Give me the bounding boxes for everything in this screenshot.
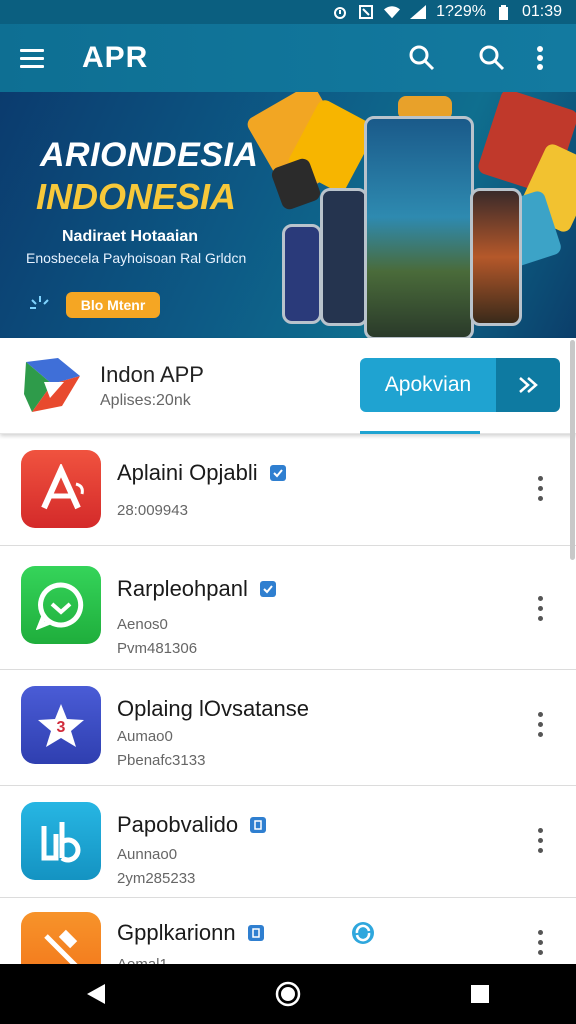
featured-app-subtitle: Aplises:20nk xyxy=(100,392,191,409)
verified-icon xyxy=(247,925,264,941)
more-vert-icon[interactable] xyxy=(524,34,556,82)
list-item[interactable]: Papobvalido Aunnao0 2ym285233 xyxy=(0,786,576,898)
app-name: Oplaing lOvsatanse xyxy=(117,696,309,721)
app-meta: 2ym285233 xyxy=(117,870,196,887)
featured-install-button[interactable]: Apokvian xyxy=(360,358,560,412)
app-logo: APR xyxy=(82,41,149,74)
app-list: Aplaini Opjabli 28:009943 Rarpleohpanl A… xyxy=(0,434,576,978)
banner-phone xyxy=(320,188,368,326)
more-vert-icon[interactable] xyxy=(526,702,554,746)
more-vert-icon[interactable] xyxy=(526,818,554,862)
home-icon[interactable] xyxy=(264,970,312,1018)
featured-app[interactable]: Indon APP Aplises:20nk Apokvian xyxy=(0,338,576,434)
list-item[interactable]: Aplaini Opjabli 28:009943 xyxy=(0,434,576,546)
recents-icon[interactable] xyxy=(456,970,504,1018)
app-name: Gpplkarionn xyxy=(117,920,264,946)
app-name: Aplaini Opjabli xyxy=(117,460,286,486)
search-icon[interactable] xyxy=(468,34,516,82)
promo-banner[interactable]: ARIONDESIA INDONESIA Nadiraet Hotaaian E… xyxy=(0,92,576,338)
verified-icon xyxy=(250,817,267,833)
app-name: Papobvalido xyxy=(117,812,267,838)
chat-icon xyxy=(21,566,101,644)
featured-install-label: Apokvian xyxy=(360,358,496,412)
app-store-icon xyxy=(21,450,101,528)
banner-phone xyxy=(364,116,474,338)
back-icon[interactable] xyxy=(72,970,120,1018)
system-nav-bar xyxy=(0,964,576,1024)
more-vert-icon[interactable] xyxy=(526,586,554,630)
alarm-icon xyxy=(332,4,348,20)
app-bar: APR xyxy=(0,24,576,92)
verified-icon xyxy=(269,465,286,481)
banner-button[interactable]: Blo Mtenr xyxy=(66,292,160,318)
app-meta: Pvm481306 xyxy=(117,640,198,657)
nfc-icon xyxy=(358,4,374,20)
book-icon xyxy=(21,802,101,880)
menu-icon[interactable] xyxy=(20,40,56,76)
featured-app-name: Indon APP xyxy=(100,362,204,387)
svg-text:3: 3 xyxy=(57,719,66,736)
app-developer: Aenos0 xyxy=(117,616,168,633)
scrollbar[interactable] xyxy=(570,340,575,560)
banner-title: ARIONDESIA xyxy=(40,136,259,174)
search-icon[interactable] xyxy=(398,34,446,82)
battery-icon xyxy=(496,4,512,20)
wifi-icon xyxy=(384,4,401,20)
verified-icon xyxy=(259,581,276,597)
signal-icon xyxy=(410,4,427,20)
sparkle-icon xyxy=(28,294,52,319)
banner-phone xyxy=(282,224,322,324)
play-store-icon xyxy=(22,354,84,416)
clock: 01:39 xyxy=(521,3,562,20)
app-developer: Aumao0 xyxy=(117,728,173,745)
banner-title-2: INDONESIA xyxy=(36,176,237,217)
list-item[interactable]: 3 Oplaing lOvsatanse Aumao0 Pbenafc3133 xyxy=(0,670,576,786)
battery-percent: 1?29% xyxy=(436,3,486,20)
more-vert-icon[interactable] xyxy=(526,920,554,964)
chevron-right-icon[interactable] xyxy=(496,358,560,412)
status-bar: 1?29% 01:39 xyxy=(0,0,576,24)
list-item[interactable]: Rarpleohpanl Aenos0 Pvm481306 xyxy=(0,546,576,670)
app-meta: 28:009943 xyxy=(117,502,188,519)
more-vert-icon[interactable] xyxy=(526,466,554,510)
banner-phone xyxy=(470,188,522,326)
app-name: Rarpleohpanl xyxy=(117,576,276,602)
sync-icon xyxy=(350,920,376,951)
star-icon: 3 xyxy=(21,686,101,764)
app-meta: Pbenafc3133 xyxy=(117,752,206,769)
banner-subtitle: Nadiraet Hotaaian xyxy=(62,228,199,245)
banner-caption: Enosbecela Payhoisoan Ral Grldcn xyxy=(26,250,247,266)
app-developer: Aunnao0 xyxy=(117,846,178,863)
